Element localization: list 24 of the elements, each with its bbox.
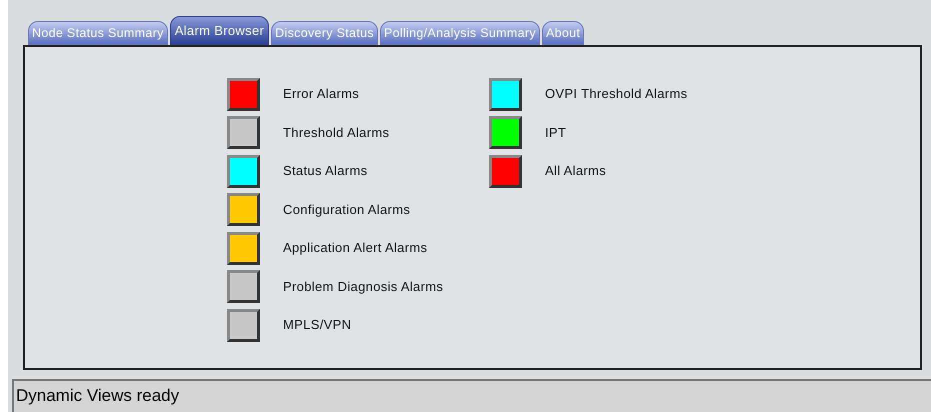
alarm-label: Threshold Alarms xyxy=(283,124,390,142)
alarm-button[interactable] xyxy=(227,308,260,342)
alarm-button[interactable] xyxy=(227,270,260,303)
alarm-label: Application Alert Alarms xyxy=(283,239,428,258)
alarm-button[interactable] xyxy=(227,154,260,188)
alarm-label: Problem Diagnosis Alarms xyxy=(283,278,444,296)
alarm-label: IPT xyxy=(545,124,566,142)
alarm-button[interactable] xyxy=(227,116,260,149)
alarm-label: Configuration Alarms xyxy=(283,200,410,219)
tab[interactable]: Discovery Status xyxy=(271,21,378,45)
alarm-button[interactable] xyxy=(489,78,522,110)
status-bar: Dynamic Views ready xyxy=(12,379,931,412)
alarm-button[interactable] xyxy=(227,232,260,264)
alarm-label: MPLS/VPN xyxy=(283,316,352,334)
alarm-label: Status Alarms xyxy=(283,162,368,180)
alarm-button[interactable] xyxy=(227,193,260,226)
alarm-label: OVPI Threshold Alarms xyxy=(545,85,688,104)
alarm-button[interactable] xyxy=(489,116,522,149)
tab[interactable]: Node Status Summary xyxy=(28,21,168,45)
alarm-label: All Alarms xyxy=(545,162,606,180)
tab[interactable]: Alarm Browser xyxy=(170,16,270,45)
tab[interactable]: Polling/Analysis Summary xyxy=(380,21,540,45)
tab[interactable]: About xyxy=(542,21,584,45)
alarm-label: Error Alarms xyxy=(283,85,360,104)
